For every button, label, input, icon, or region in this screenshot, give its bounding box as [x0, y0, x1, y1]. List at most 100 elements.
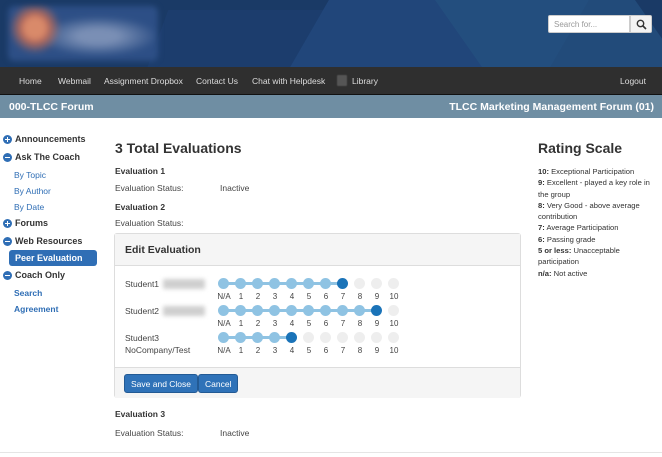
top-nav: Home Webmail Assignment Dropbox Contact … [0, 67, 662, 95]
rating-option[interactable] [286, 332, 297, 343]
evaluation-2-status-label: Evaluation Status: [115, 218, 184, 228]
student-1-name: Student1 [125, 279, 160, 289]
rating-option-label: 9 [374, 292, 380, 301]
sidebar-announcements[interactable]: Announcements [3, 134, 86, 144]
rating-option-label: 7 [340, 319, 346, 328]
sidebar-web-resources[interactable]: Web Resources [3, 236, 82, 246]
rating-option-label: 2 [255, 346, 261, 355]
rating-option[interactable] [303, 332, 314, 343]
rating-option[interactable] [252, 278, 263, 289]
rating-option[interactable] [354, 305, 365, 316]
rating-option-label: 2 [255, 319, 261, 328]
rating-scale-entry: 6: Passing grade [538, 234, 596, 244]
student-3-company: NoCompany/Test [125, 345, 191, 355]
rating-option[interactable] [354, 278, 365, 289]
library-icon [337, 75, 347, 86]
rating-option[interactable] [303, 278, 314, 289]
course-title: TLCC Marketing Management Forum (01) [449, 101, 654, 113]
sidebar-by-date[interactable]: By Date [14, 202, 44, 212]
student-1-rating[interactable] [218, 278, 399, 292]
rating-option-label: 10 [389, 346, 399, 355]
student-2-rating[interactable] [218, 305, 399, 319]
nav-library[interactable]: Library [352, 76, 378, 86]
panel-title: Edit Evaluation [125, 244, 201, 256]
nav-chat-helpdesk[interactable]: Chat with Helpdesk [252, 76, 325, 86]
nav-contact-us[interactable]: Contact Us [196, 76, 238, 86]
rating-option[interactable] [286, 278, 297, 289]
rating-option[interactable] [235, 332, 246, 343]
rating-scale-title: Rating Scale [538, 140, 623, 156]
rating-option-label: 8 [357, 292, 363, 301]
rating-option-label: 9 [374, 319, 380, 328]
rating-option[interactable] [354, 332, 365, 343]
rating-option[interactable] [252, 305, 263, 316]
rating-option-label: 5 [306, 292, 312, 301]
forum-title[interactable]: 000-TLCC Forum [9, 101, 94, 113]
site-logo [8, 6, 158, 61]
rating-option[interactable] [218, 332, 229, 343]
rating-option[interactable] [252, 332, 263, 343]
magnifier-icon [636, 19, 647, 30]
rating-option[interactable] [371, 305, 382, 316]
rating-option-label: 9 [374, 346, 380, 355]
rating-option-label: 6 [323, 319, 329, 328]
forum-bar: 000-TLCC Forum TLCC Marketing Management… [0, 95, 662, 118]
rating-option[interactable] [320, 278, 331, 289]
sidebar-by-topic[interactable]: By Topic [14, 170, 46, 180]
rating-option-label: 2 [255, 292, 261, 301]
sidebar-forums[interactable]: Forums [3, 218, 48, 228]
rating-option-label: 6 [323, 346, 329, 355]
rating-option[interactable] [371, 278, 382, 289]
rating-option[interactable] [235, 305, 246, 316]
rating-option[interactable] [235, 278, 246, 289]
rating-option[interactable] [303, 305, 314, 316]
rating-option[interactable] [269, 305, 280, 316]
sidebar-ask-coach[interactable]: Ask The Coach [3, 152, 80, 162]
sidebar-by-author[interactable]: By Author [14, 186, 51, 196]
rating-option-label: 6 [323, 292, 329, 301]
rating-option-label: 3 [272, 319, 278, 328]
rating-option-label: N/A [217, 292, 231, 301]
rating-scale-entry: 10: Exceptional Participation [538, 167, 635, 176]
student-2-scale-labels: N/A 1 2 3 4 5 6 7 8 9 10 [217, 319, 398, 329]
edit-evaluation-panel: Edit Evaluation Student1 N/A 1 2 3 4 5 6 7 8 9 10 … [114, 233, 521, 398]
rating-option-label: 10 [389, 292, 399, 301]
panel-footer: Save and Close Cancel [115, 367, 520, 398]
rating-option[interactable] [388, 278, 399, 289]
rating-option[interactable] [269, 278, 280, 289]
search-input[interactable]: Search for... [548, 15, 630, 33]
nav-logout[interactable]: Logout [620, 76, 646, 86]
nav-home[interactable]: Home [19, 76, 42, 86]
rating-option[interactable] [337, 305, 348, 316]
rating-option[interactable] [320, 305, 331, 316]
nav-webmail[interactable]: Webmail [58, 76, 91, 86]
student-1-redacted [163, 279, 205, 289]
sidebar-peer-evaluation[interactable]: Peer Evaluation [9, 250, 97, 266]
panel-header: Edit Evaluation [115, 234, 520, 266]
rating-option[interactable] [371, 332, 382, 343]
nav-assignment-dropbox[interactable]: Assignment Dropbox [104, 76, 183, 86]
evaluation-1-status-value: Inactive [220, 183, 250, 193]
student-3-name: Student3 [125, 333, 160, 343]
rating-option-label: 4 [289, 292, 295, 301]
sidebar-agreement[interactable]: Agreement [14, 304, 58, 314]
save-and-close-button[interactable]: Save and Close [124, 374, 199, 393]
evaluation-3-status-label: Evaluation Status: [115, 428, 184, 438]
rating-option[interactable] [286, 305, 297, 316]
rating-option[interactable] [388, 332, 399, 343]
rating-option[interactable] [320, 332, 331, 343]
search-button[interactable] [630, 15, 652, 33]
rating-option[interactable] [388, 305, 399, 316]
sidebar-coach-only[interactable]: Coach Only [3, 270, 65, 280]
rating-option[interactable] [218, 305, 229, 316]
minus-circle-icon [3, 152, 12, 162]
student-3-rating[interactable] [218, 332, 399, 346]
rating-option[interactable] [218, 278, 229, 289]
evaluation-1-heading: Evaluation 1 [115, 166, 166, 176]
sidebar-search[interactable]: Search [14, 288, 42, 298]
evaluation-3-heading: Evaluation 3 [115, 409, 166, 419]
rating-option[interactable] [337, 278, 348, 289]
rating-option[interactable] [337, 332, 348, 343]
rating-option[interactable] [269, 332, 280, 343]
cancel-button[interactable]: Cancel [198, 374, 239, 393]
